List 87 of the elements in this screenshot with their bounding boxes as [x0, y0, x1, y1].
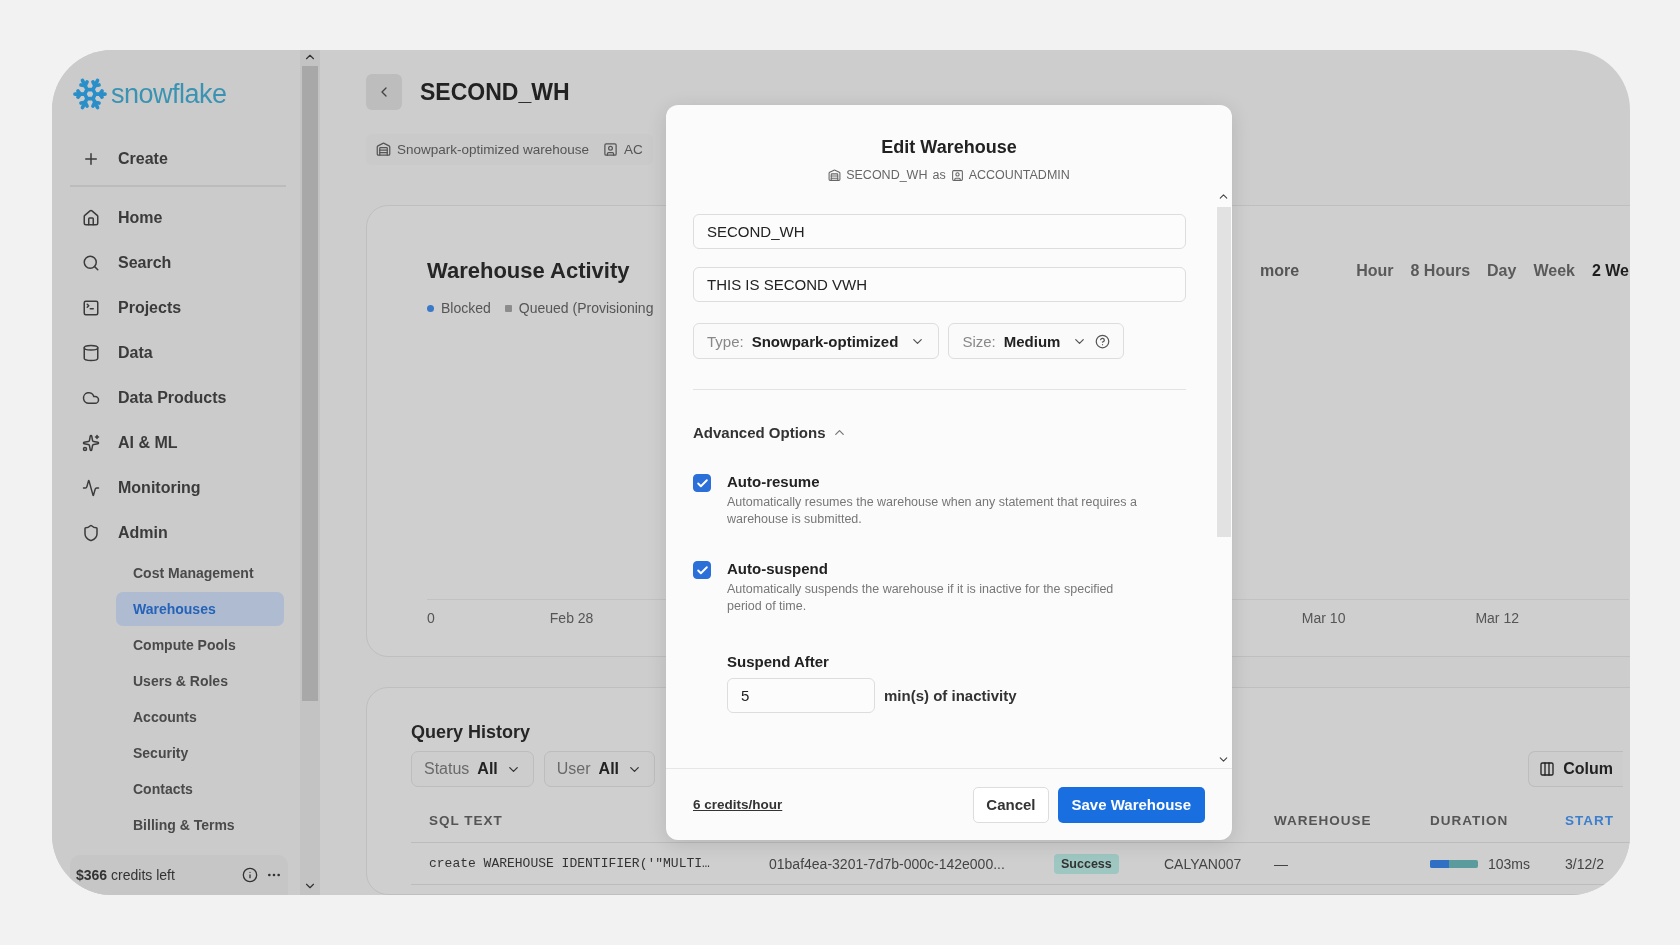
nav-item[interactable]: Data Products — [70, 375, 300, 420]
range-tab[interactable]: 8 Hours — [1410, 262, 1471, 280]
user-badge-icon — [950, 168, 964, 182]
credits-text: $366 credits left — [76, 867, 176, 883]
scroll-thumb[interactable] — [302, 66, 318, 701]
nav-item[interactable]: Home — [70, 195, 300, 240]
dialog-subtitle: SECOND_WH — [846, 168, 928, 182]
cylinder-icon — [82, 343, 100, 362]
legend-label: Queued (Provisioning — [518, 300, 654, 316]
logo-text: snowflake — [111, 78, 227, 110]
credits-link[interactable]: 6 credits/hour — [693, 797, 783, 812]
terminal-icon — [82, 298, 100, 317]
column-header[interactable]: DURATION — [1430, 813, 1565, 828]
nav-item[interactable]: Monitoring — [70, 465, 300, 510]
search-icon — [82, 253, 100, 272]
table-cell-text: — — [1274, 855, 1289, 872]
warehouse-icon — [376, 142, 391, 157]
range-tab[interactable]: Hour — [1356, 262, 1394, 280]
column-header[interactable]: WAREHOUSE — [1274, 813, 1430, 828]
save-button[interactable]: Save Warehouse — [1057, 786, 1205, 823]
nav-item[interactable]: Admin — [70, 510, 300, 555]
table-cell-text: 3/12/2 — [1565, 855, 1605, 872]
columns-icon — [1539, 761, 1556, 777]
field-label: Suspend After — [727, 653, 830, 670]
help-icon[interactable] — [1095, 333, 1111, 349]
table-cell-text: CALYAN007 — [1164, 855, 1243, 872]
info-icon[interactable] — [242, 867, 258, 883]
sidebar-subitem[interactable]: Compute Pools — [116, 628, 284, 662]
minutes-input[interactable]: 5 — [727, 678, 875, 713]
legend-label: Blocked — [441, 300, 491, 316]
option-label: Auto-resume — [727, 473, 821, 490]
status-badge: Success — [1054, 853, 1119, 874]
sidebar-subitem[interactable]: Security — [116, 736, 284, 770]
nav-item[interactable]: AI & ML — [70, 420, 300, 465]
columns-button[interactable]: Colum — [1528, 751, 1623, 787]
comment-input[interactable]: THIS IS SECOND VWH — [693, 267, 1186, 302]
sidebar-subitem[interactable]: Users & Roles — [116, 664, 284, 698]
info-text: Snowpark-optimized warehouse — [397, 142, 590, 157]
more-link[interactable]: more — [1260, 262, 1300, 280]
select-dropdown[interactable]: Size: Medium — [948, 323, 1125, 359]
dialog-subtitle: ACCOUNTADMIN — [968, 168, 1070, 182]
shield-icon — [82, 523, 100, 542]
axis-label: Mar 12 — [1475, 610, 1519, 626]
cancel-button[interactable]: Cancel — [973, 786, 1049, 823]
sidebar-subitem[interactable]: Cost Management — [116, 556, 284, 590]
option-label: Auto-suspend — [727, 560, 829, 577]
checkbox[interactable] — [693, 561, 711, 579]
range-tab[interactable]: 2 We — [1591, 262, 1629, 280]
table-cell: 103ms — [1488, 855, 1531, 872]
card-title: Warehouse Activity — [427, 258, 630, 284]
create-button[interactable]: Create — [70, 136, 300, 181]
nav-item[interactable]: Data — [70, 330, 300, 375]
name-input[interactable]: SECOND_WH — [693, 214, 1186, 249]
sidebar-subitem[interactable]: Accounts — [116, 700, 284, 734]
snowflake-logo-icon — [72, 76, 108, 112]
home-icon — [82, 208, 100, 227]
filter-dropdown[interactable]: Status All — [411, 751, 534, 787]
checkbox[interactable] — [693, 474, 711, 492]
axis-label: Mar 10 — [1301, 610, 1346, 626]
option-description: Automatically suspends the warehouse if it is inactive for the specified period of time. — [727, 581, 1115, 615]
pulse-icon — [82, 478, 100, 497]
table-cell-text: 01baf4ea-3201-7d7b-000c-142e000... — [769, 855, 1006, 872]
sidebar-subitem[interactable]: Contacts — [116, 772, 284, 806]
scrollbar[interactable] — [300, 50, 320, 895]
axis-label: 0 — [427, 610, 435, 626]
axis-label: Feb 28 — [549, 610, 594, 626]
warehouse-icon — [828, 168, 842, 182]
card-title: Query History — [411, 722, 532, 743]
select-dropdown[interactable]: Type: Snowpark-optimized — [693, 323, 940, 359]
filter-dropdown[interactable]: User All — [543, 751, 656, 787]
sparkle-icon — [82, 433, 100, 452]
check-icon — [695, 476, 709, 490]
nav-item[interactable]: Search — [70, 240, 300, 285]
dialog-subtitle: as — [932, 168, 946, 182]
nav-item[interactable]: Projects — [70, 285, 300, 330]
page-title: SECOND_WH — [420, 78, 570, 106]
option-description: Automatically resumes the warehouse when any statement that requires a warehouse is submitted. — [727, 494, 1138, 528]
advanced-options-toggle[interactable]: Advanced Options — [693, 424, 847, 441]
sidebar-subitem[interactable]: Billing & Terms — [116, 808, 284, 842]
range-tab[interactable]: Week — [1533, 262, 1575, 280]
unit-label: min(s) of inactivity — [884, 687, 1017, 704]
check-icon — [695, 563, 709, 577]
dialog-title: Edit Warehouse — [880, 137, 1018, 158]
info-text: AC — [624, 142, 643, 157]
table-cell-text: create WAREHOUSE IDENTIFIER('"MULTI… — [429, 856, 711, 871]
range-tab[interactable]: Day — [1487, 262, 1517, 280]
user-badge-icon — [603, 142, 619, 157]
